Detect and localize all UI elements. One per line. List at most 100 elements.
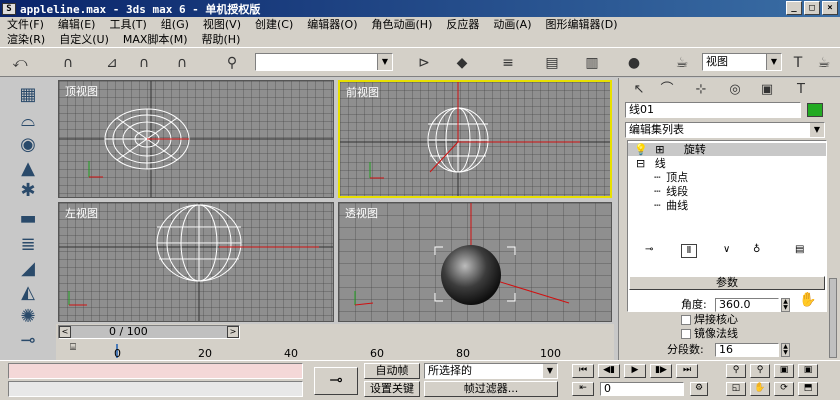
degrees-field[interactable]: 360.0	[715, 298, 779, 312]
align-icon[interactable]: ◆	[450, 52, 474, 74]
menu-customize[interactable]: 自定义(U)	[52, 32, 116, 47]
play-icon[interactable]: ▶	[624, 364, 646, 378]
minimize-button[interactable]: _	[786, 1, 802, 15]
zoom-extents-all-icon[interactable]: ▣	[798, 364, 818, 378]
named-selection-dropdown[interactable]: ▼	[255, 53, 393, 71]
time-slider-prev[interactable]: <	[59, 326, 71, 338]
geosphere-icon[interactable]: ✺	[14, 304, 42, 328]
track-view-icon[interactable]: ▤	[540, 52, 564, 74]
viewport-left-label[interactable]: 左视图	[65, 205, 98, 221]
stack-item-line[interactable]: ⊟ 线	[628, 157, 826, 170]
quick-render-icon[interactable]: T	[786, 52, 810, 74]
motion-tab-icon[interactable]: ◎	[723, 80, 747, 100]
bind-icon[interactable]: ∩	[170, 52, 194, 74]
viewport-top-label[interactable]: 顶视图	[65, 83, 98, 99]
teapot-icon[interactable]: ⌓	[14, 108, 42, 132]
modify-tab-icon[interactable]: ⌒	[655, 80, 679, 100]
menu-views[interactable]: 视图(V)	[196, 17, 248, 32]
stack-item-lathe[interactable]: 💡 ⊞ 旋转	[628, 143, 826, 156]
star-icon[interactable]: ✱	[14, 178, 42, 202]
menu-maxscript[interactable]: MAX脚本(M)	[116, 32, 195, 47]
cone-icon[interactable]: ▲	[14, 156, 42, 180]
key-icon[interactable]: ⊸	[314, 367, 358, 395]
segments-field[interactable]: 16	[715, 343, 779, 357]
bind-space-warp-icon[interactable]: ∩	[132, 52, 156, 74]
selection-filter-dropdown[interactable]: 所选择的 ▼	[424, 363, 558, 379]
pan-icon[interactable]: ✋	[750, 382, 770, 396]
layer-manager-icon[interactable]: ≡	[496, 52, 520, 74]
segments-spinner[interactable]: ▲ ▼	[781, 343, 790, 357]
pyramid-icon[interactable]: ◭	[14, 280, 42, 304]
go-to-start-icon[interactable]: ⏮	[572, 364, 594, 378]
utilities-tab-icon[interactable]: T	[789, 80, 813, 100]
cylinder-icon[interactable]: ≣	[14, 232, 42, 256]
panel-scrollbar[interactable]	[829, 278, 837, 358]
schematic-view-icon[interactable]: ▥	[580, 52, 604, 74]
hierarchy-tab-icon[interactable]: ⊹	[689, 80, 713, 100]
menu-create[interactable]: 创建(C)	[248, 17, 300, 32]
field-of-view-icon[interactable]: ◱	[726, 382, 746, 396]
time-slider[interactable]: < 0 / 100 >	[58, 325, 240, 339]
viewport-front-label[interactable]: 前视图	[346, 84, 379, 100]
chevron-down-icon[interactable]: ▼	[810, 123, 824, 137]
zoom-all-icon[interactable]: ⚲	[750, 364, 770, 378]
time-slider-next[interactable]: >	[227, 326, 239, 338]
menu-rendering[interactable]: 渲染(R)	[0, 32, 52, 47]
render-last-icon[interactable]: ☕	[812, 52, 836, 74]
make-unique-icon[interactable]: ∨	[723, 244, 730, 255]
app-icon[interactable]: S	[2, 2, 16, 15]
sphere-icon[interactable]: ◉	[14, 132, 42, 156]
link-icon[interactable]: ∩	[56, 52, 80, 74]
chevron-down-icon[interactable]: ▼	[543, 364, 557, 378]
create-tab-icon[interactable]: ↖	[627, 80, 651, 100]
menu-graph-editors[interactable]: 图形编辑器(D)	[538, 17, 624, 32]
menu-help[interactable]: 帮助(H)	[195, 32, 248, 47]
zoom-extents-icon[interactable]: ▣	[774, 364, 794, 378]
stack-subitem-spline[interactable]: ┄ 曲线	[628, 199, 826, 212]
parameters-rollout-header[interactable]: 参数	[629, 276, 825, 290]
object-color-swatch[interactable]	[807, 103, 823, 117]
menu-character[interactable]: 角色动画(H)	[365, 17, 440, 32]
menu-file[interactable]: 文件(F)	[0, 17, 51, 32]
menu-modifiers[interactable]: 编辑器(O)	[300, 17, 364, 32]
orbit-icon[interactable]: ⟳	[774, 382, 794, 396]
next-frame-icon[interactable]: ▮▶	[650, 364, 672, 378]
pin-stack-icon[interactable]: ⊸	[645, 244, 653, 255]
configure-sets-icon[interactable]: ▤	[795, 244, 804, 255]
show-end-result-icon[interactable]: Ⅱ	[681, 244, 697, 258]
track-bar-icon[interactable]: ⌸	[70, 342, 90, 356]
current-frame-field[interactable]: 0	[600, 382, 684, 396]
zoom-icon[interactable]: ⚲	[726, 364, 746, 378]
modifier-list-dropdown[interactable]: 编辑集列表 ▼	[625, 122, 825, 138]
tube-icon[interactable]: ◢	[14, 256, 42, 280]
weld-core-checkbox[interactable]: 焊接核心	[681, 313, 738, 327]
flip-normals-checkbox[interactable]: 镜像法线	[681, 327, 738, 341]
auto-key-button[interactable]: 自动帧	[364, 363, 420, 379]
viewport-perspective-label[interactable]: 透视图	[345, 205, 378, 221]
menu-reactor[interactable]: 反应器	[439, 17, 486, 32]
maximize-viewport-icon[interactable]: ⬒	[798, 382, 818, 396]
display-tab-icon[interactable]: ▣	[755, 80, 779, 100]
menu-tools[interactable]: 工具(T)	[102, 17, 153, 32]
expand-icon[interactable]: ⊞	[655, 143, 664, 156]
render-view-dropdown[interactable]: 视图 ▼	[702, 53, 782, 71]
maxscript-listener[interactable]	[8, 363, 303, 379]
plane-icon[interactable]: ▬	[14, 206, 42, 230]
viewport-left[interactable]: 左视图	[58, 202, 334, 322]
key-filters-button[interactable]: 帧过滤器...	[424, 381, 558, 397]
pan-hand-icon[interactable]: ✋	[799, 292, 816, 308]
mirror-icon[interactable]: ⊳	[412, 52, 436, 74]
key-mode-icon[interactable]: ⇤	[572, 382, 594, 396]
box-icon[interactable]: ▦	[14, 82, 42, 106]
chevron-down-icon[interactable]: ▼	[377, 54, 392, 70]
render-scene-icon[interactable]: ☕	[670, 52, 694, 74]
torus-icon[interactable]: ⊸	[14, 328, 42, 352]
menu-group[interactable]: 组(G)	[154, 17, 196, 32]
viewport-top[interactable]: 顶视图	[58, 80, 334, 198]
object-name-field[interactable]: 线01	[625, 102, 801, 118]
previous-frame-icon[interactable]: ◀▮	[598, 364, 620, 378]
menu-edit[interactable]: 编辑(E)	[51, 17, 103, 32]
stack-subitem-vertex[interactable]: ┄ 顶点	[628, 171, 826, 184]
track-bar[interactable]: ⌸ 0 20 40 60 80 100	[56, 340, 614, 360]
flip-normals-check[interactable]	[681, 329, 691, 339]
